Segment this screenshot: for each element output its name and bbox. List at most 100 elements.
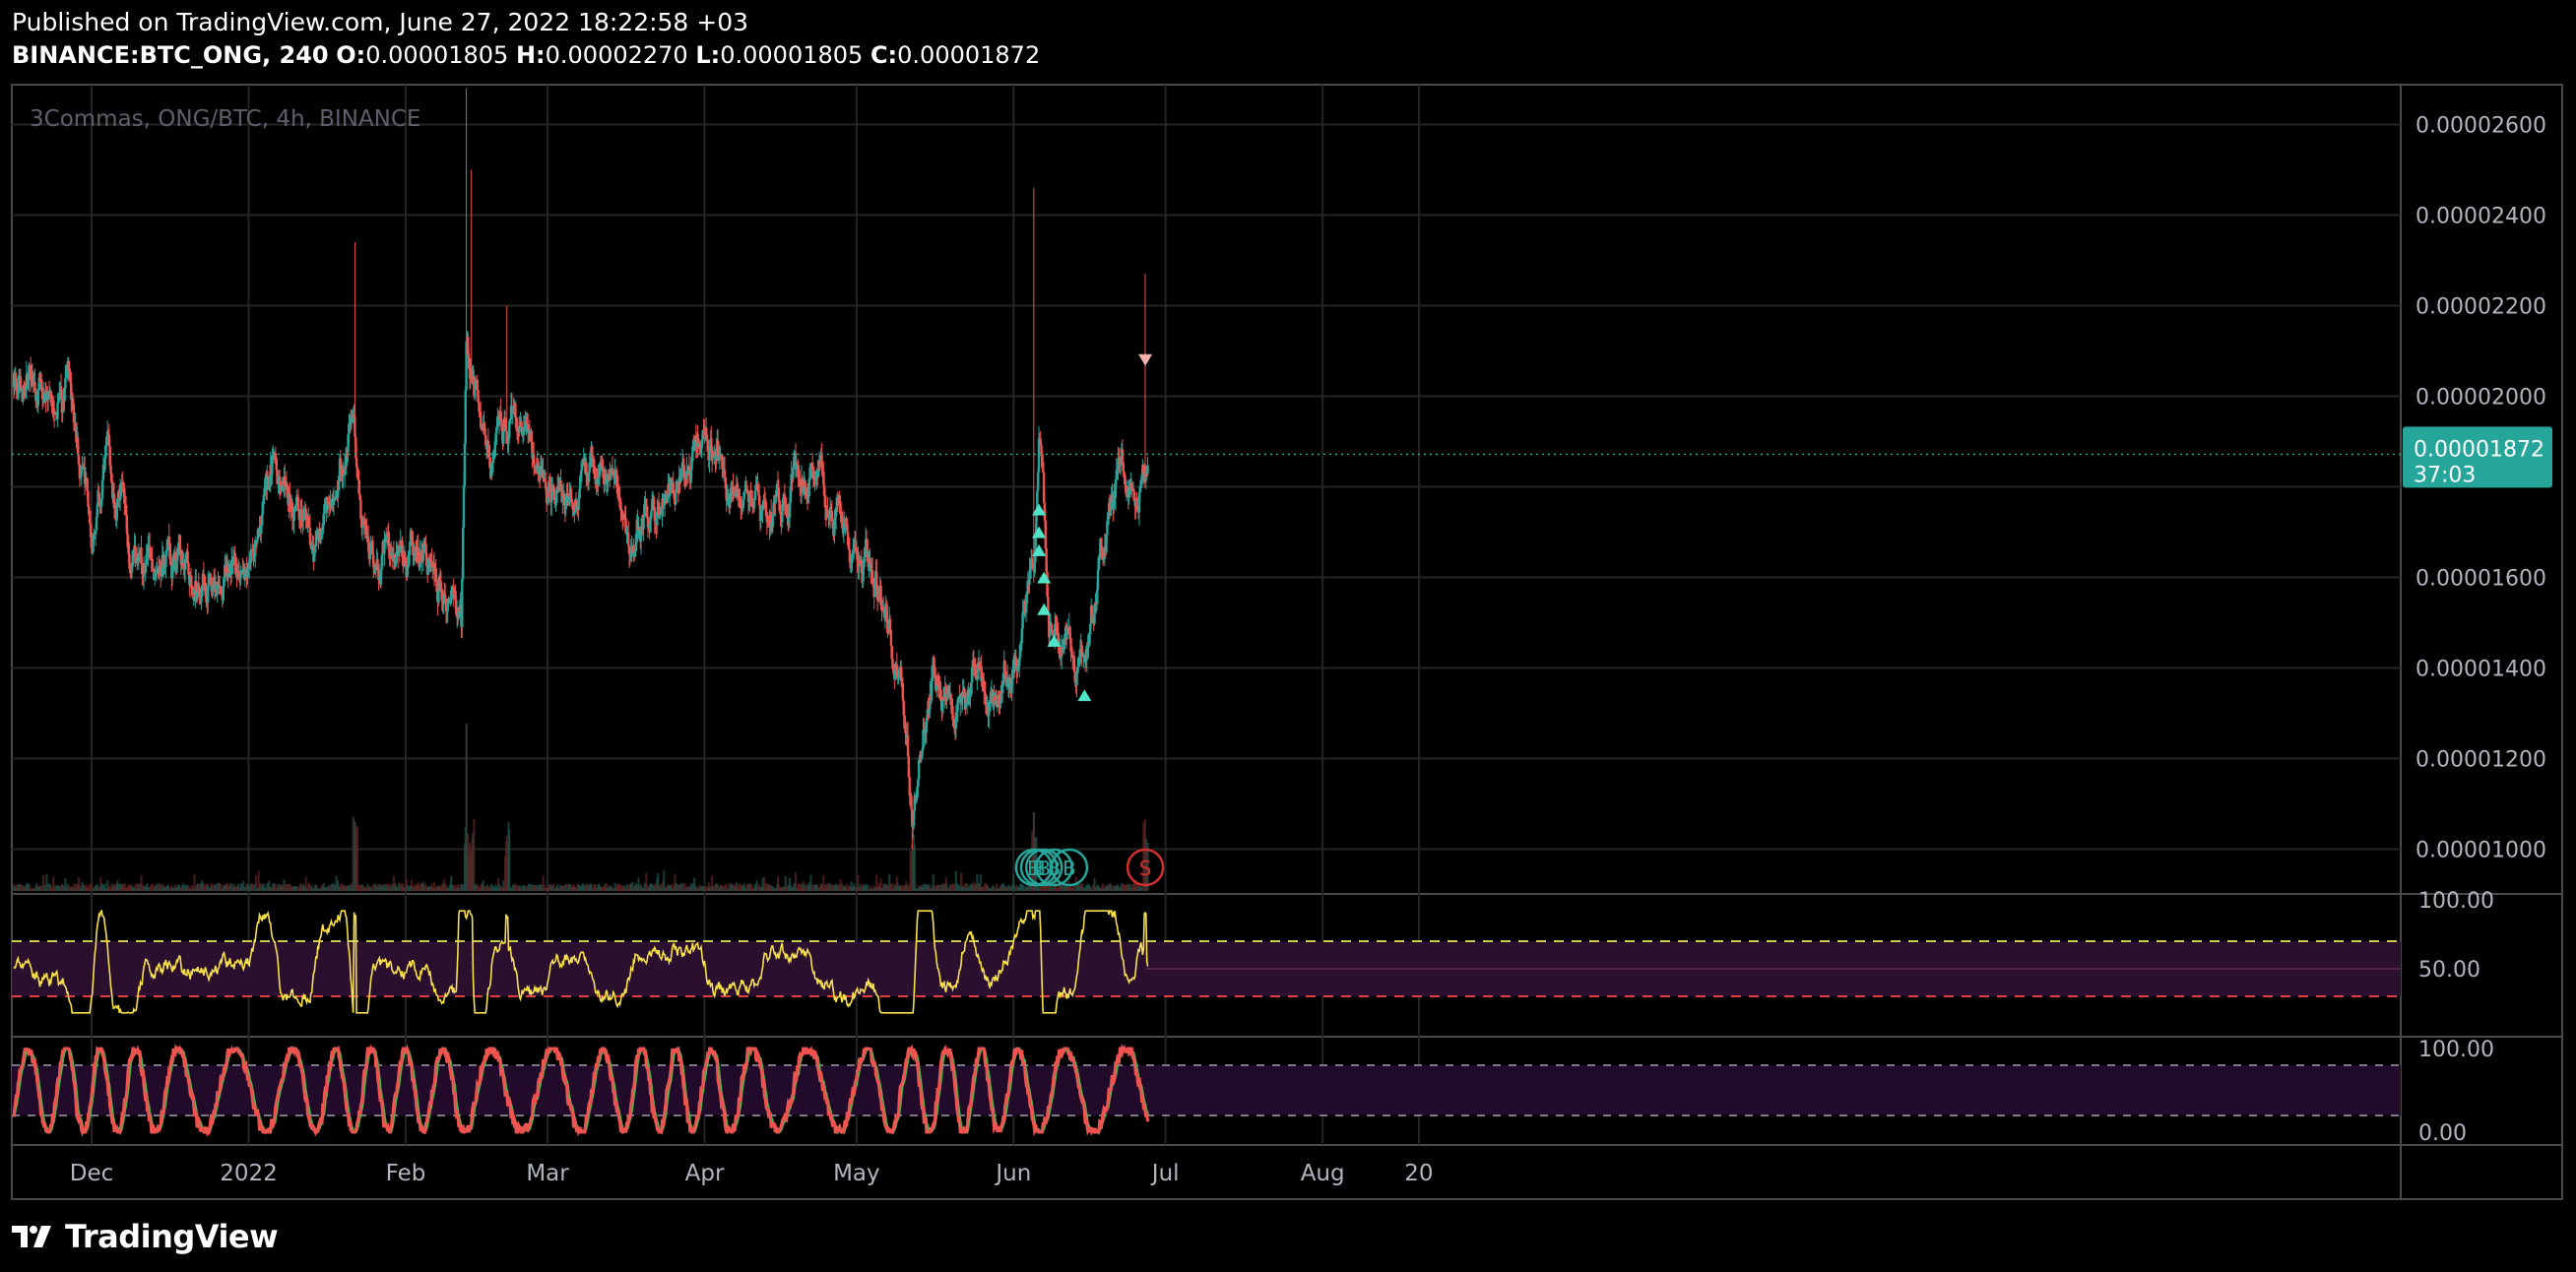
price-tick-label: 0.00001600 bbox=[2415, 567, 2546, 592]
chart-canvas[interactable]: BBBB B S 0.000026000.000024000.000022000.0… bbox=[0, 0, 2576, 1272]
candle-body bbox=[326, 505, 330, 510]
candle-body bbox=[891, 659, 894, 665]
price-tick-label: 0.00001000 bbox=[2415, 839, 2546, 863]
candle-body bbox=[889, 630, 893, 646]
candle-body bbox=[1090, 605, 1094, 616]
time-tick-label: May bbox=[833, 1161, 880, 1186]
chart-frame bbox=[11, 84, 2563, 1200]
candle-body bbox=[904, 722, 907, 733]
candle-body bbox=[33, 381, 36, 393]
tradingview-logo[interactable]: TradingView bbox=[12, 1217, 279, 1256]
candle-body bbox=[461, 578, 464, 627]
candle-body bbox=[888, 618, 892, 631]
candle-body bbox=[462, 485, 466, 528]
candle-body bbox=[908, 777, 911, 796]
trade-markers: BBBB B S bbox=[12, 353, 2401, 887]
candle-body bbox=[463, 443, 467, 486]
sell-arrow bbox=[1138, 353, 1153, 366]
stoch-tick-label: 0.00 bbox=[2418, 1121, 2467, 1146]
candle-body bbox=[971, 667, 974, 683]
tradingview-logo-icon bbox=[12, 1226, 51, 1247]
rsi-tick-label: 100.00 bbox=[2418, 889, 2494, 914]
candle-body bbox=[1044, 521, 1048, 548]
candle-body bbox=[555, 488, 558, 503]
indicator-bands bbox=[12, 940, 2401, 1116]
candle-body bbox=[354, 416, 356, 437]
candle-body bbox=[1096, 569, 1100, 591]
candle-body bbox=[752, 498, 756, 508]
time-tick-label: Apr bbox=[685, 1161, 725, 1186]
price-tick-label: 0.00002400 bbox=[2415, 205, 2546, 229]
candle-body bbox=[518, 425, 521, 433]
candle-body bbox=[249, 549, 253, 563]
stoch-band-fill bbox=[12, 1065, 2401, 1115]
candle-body bbox=[1146, 465, 1149, 475]
price-tick-label: 0.00001400 bbox=[2415, 658, 2546, 682]
time-tick-label: 20 bbox=[1404, 1161, 1433, 1186]
volume-bar bbox=[794, 871, 797, 891]
candle-body bbox=[675, 489, 677, 505]
price-tick-label: 0.00001200 bbox=[2415, 748, 2546, 773]
candle-body bbox=[759, 508, 763, 522]
candle-body bbox=[1075, 671, 1078, 685]
candle-body bbox=[792, 467, 795, 479]
time-tick-label: Dec bbox=[70, 1161, 114, 1186]
rsi-tick-label: 50.00 bbox=[2418, 958, 2480, 983]
candle-body bbox=[901, 683, 905, 701]
candle-body bbox=[36, 389, 40, 406]
volume-spike bbox=[354, 822, 356, 891]
candle-body bbox=[56, 402, 59, 419]
price-series bbox=[12, 88, 1149, 850]
candle-body bbox=[983, 680, 986, 692]
time-tick-label: Feb bbox=[386, 1161, 426, 1186]
candle-body bbox=[869, 558, 871, 565]
candle-body bbox=[851, 556, 854, 563]
last-price-label: 0.00001872 bbox=[2414, 437, 2544, 462]
candle-body bbox=[95, 516, 98, 531]
candle-body bbox=[410, 530, 414, 540]
axes: 0.00002600 0.00002400 0.00002200 0.00002000… bbox=[70, 114, 2552, 1186]
candle-body bbox=[910, 795, 913, 810]
volume-bar bbox=[355, 826, 358, 891]
candle-body bbox=[879, 585, 882, 600]
time-tick-label: Jun bbox=[994, 1161, 1031, 1186]
candle-body bbox=[580, 464, 584, 471]
candle-body bbox=[1132, 491, 1136, 498]
candle-body bbox=[642, 517, 645, 530]
candle-body bbox=[502, 431, 505, 444]
time-tick-label: Mar bbox=[526, 1161, 569, 1186]
buy-trade-label: B bbox=[1063, 857, 1076, 880]
candle-body bbox=[679, 468, 682, 482]
candle-body bbox=[319, 529, 323, 541]
volume-bars bbox=[13, 724, 1149, 891]
price-tick-label: 0.00002000 bbox=[2415, 386, 2546, 411]
tradingview-brand: TradingView bbox=[65, 1218, 279, 1255]
volume-bar bbox=[1012, 874, 1015, 891]
time-tick-label: Aug bbox=[1301, 1161, 1345, 1186]
candle-body bbox=[875, 572, 878, 586]
candle-body bbox=[59, 386, 63, 399]
candle-body bbox=[109, 466, 112, 475]
candle-body bbox=[917, 759, 921, 780]
candle-body bbox=[650, 510, 653, 519]
price-tick-label: 0.00002200 bbox=[2415, 295, 2546, 320]
volume-bar bbox=[473, 818, 476, 891]
buy-arrow bbox=[1077, 689, 1092, 702]
candle-body bbox=[627, 533, 630, 546]
candle-body bbox=[1028, 570, 1031, 585]
candle-body bbox=[1100, 538, 1103, 547]
candle-body bbox=[570, 498, 573, 503]
volume-spike bbox=[465, 724, 468, 891]
bar-countdown-label: 37:03 bbox=[2414, 463, 2476, 487]
price-tick-label: 0.00002600 bbox=[2415, 114, 2546, 139]
candle-body bbox=[580, 470, 583, 482]
candle-body bbox=[805, 486, 807, 495]
sell-trade-label: S bbox=[1139, 857, 1152, 880]
time-tick-label: 2022 bbox=[220, 1161, 278, 1186]
volume-bar bbox=[508, 829, 511, 891]
chart-title: 3Commas, ONG/BTC, 4h, BINANCE bbox=[30, 106, 420, 132]
candle-body bbox=[1003, 661, 1006, 671]
time-tick-label: Jul bbox=[1150, 1161, 1180, 1186]
stoch-tick-label: 100.00 bbox=[2418, 1038, 2494, 1062]
volume-bar bbox=[542, 875, 545, 891]
